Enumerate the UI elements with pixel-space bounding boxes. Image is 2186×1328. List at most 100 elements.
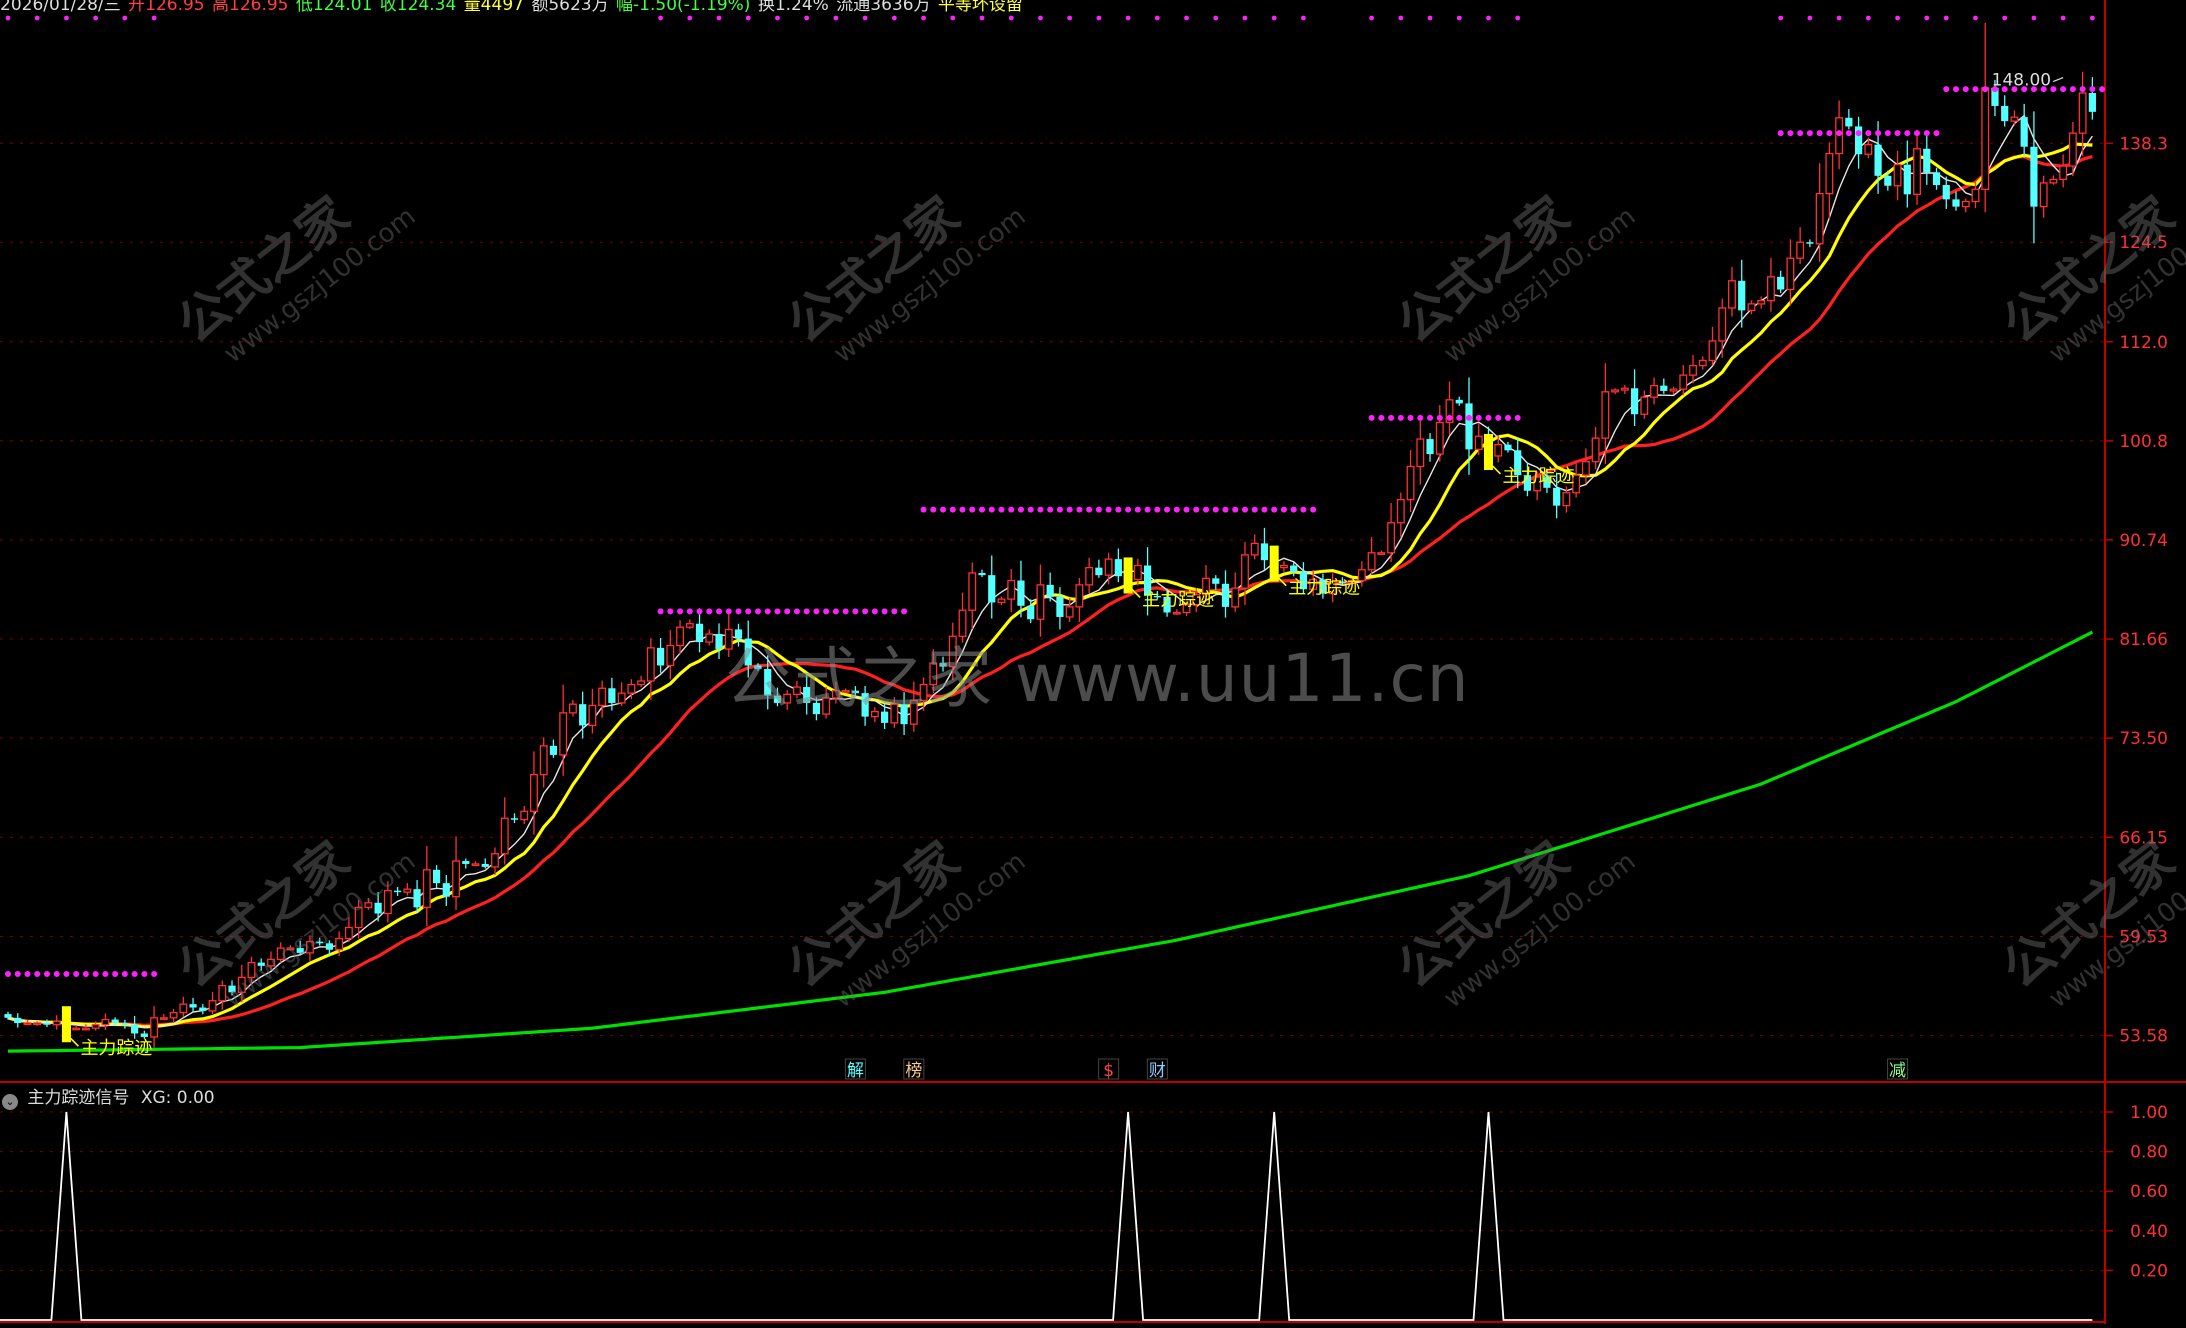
resistance-dot (881, 608, 888, 615)
candle-body-up (1377, 552, 1386, 555)
candle-body-down (1952, 199, 1960, 207)
top-marker-dot (979, 15, 985, 21)
price-tick-label: 100.8 (2119, 432, 2168, 452)
candle-body-down (1017, 580, 1025, 606)
resistance-dot (1456, 414, 1463, 421)
candle-body-up (1562, 492, 1571, 507)
candle-body-up (1728, 280, 1736, 309)
resistance-dot (774, 608, 781, 615)
candle-body-down (131, 1024, 139, 1034)
resistance-dot (1855, 130, 1862, 137)
candle-body-down (325, 943, 334, 950)
resistance-dot (1865, 130, 1872, 137)
candle-body-down (1260, 543, 1269, 561)
candle-body-down (432, 869, 441, 884)
resistance-dot (1943, 86, 1950, 93)
candle-body-down (988, 575, 996, 603)
resistance-dot (1514, 414, 1521, 421)
resistance-dot (1134, 506, 1141, 513)
top-marker-dot (775, 15, 780, 21)
resistance-dot (151, 971, 158, 978)
signal-label: 主力踪迹 (1142, 589, 1214, 610)
resistance-dot (862, 608, 869, 615)
resistance-dot (1125, 506, 1132, 513)
candle-body-up (500, 817, 509, 855)
top-marker-dot (1836, 15, 1842, 21)
signal-label: 主力踪迹 (1502, 466, 1574, 487)
top-marker-dot (1456, 15, 1462, 21)
resistance-dot (1884, 130, 1891, 137)
resistance-dot (901, 608, 908, 615)
candle-body-up (1591, 437, 1600, 463)
candle-body-up (705, 633, 714, 643)
top-marker-dot (1154, 15, 1160, 21)
quote-date: 2026/01/28/三 (0, 0, 121, 15)
resistance-dot (871, 608, 878, 615)
resistance-dot (832, 608, 839, 615)
candle-body-up (1387, 522, 1396, 554)
signal-bar (1269, 545, 1279, 582)
candle-body-down (442, 883, 450, 897)
candle-body-down (1221, 583, 1230, 607)
candle-body-up (1669, 388, 1678, 392)
resistance-dot (764, 608, 771, 615)
resistance-dot (1222, 506, 1229, 513)
top-marker-dot (1924, 15, 1930, 21)
resistance-dot (998, 506, 1005, 513)
resistance-dot (1290, 506, 1297, 513)
candle-body-up (637, 680, 646, 686)
candle-body-up (1913, 148, 1921, 195)
candle-body-up (403, 888, 412, 893)
top-marker-dot (1398, 15, 1404, 21)
peak-price-label: 148.00 (1992, 71, 2051, 91)
top-marker-dot (658, 15, 663, 21)
candle-body-up (1172, 611, 1181, 615)
resistance-dot (803, 608, 810, 615)
candle-body-down (1874, 144, 1882, 176)
signal-bar (61, 1006, 71, 1043)
sub-tick-label: 0.60 (2130, 1182, 2168, 1202)
sub-panel-title: ⌄ 主力踪迹信号 XG: 0.00 (0, 1085, 215, 1111)
candle-body-up (422, 869, 431, 909)
resistance-dot (14, 971, 21, 978)
candle-body-up (1241, 554, 1249, 589)
candle-body-up (1825, 152, 1834, 195)
resistance-dot (716, 608, 723, 615)
resistance-dot (940, 506, 947, 513)
chart-stage: 138.3 124.5 112.0 100.8 90.74 81.66 73.50 66.15… (0, 0, 2186, 1324)
resistance-dot (1008, 506, 1015, 513)
resistance-dot (1076, 506, 1083, 513)
candle-body-up (1406, 465, 1415, 501)
resistance-dot (1183, 506, 1190, 513)
collapse-icon[interactable]: ⌄ (2, 1094, 18, 1110)
candle-body-down (579, 704, 587, 726)
candle-body-up (2010, 116, 2019, 122)
candle-body-down (43, 1023, 51, 1025)
resistance-dot (1056, 506, 1063, 513)
resistance-dot (1427, 414, 1434, 421)
quote-amount: 额5623万 (531, 0, 609, 15)
candle-body-up (968, 572, 977, 611)
candle-body-down (510, 818, 519, 820)
resistance-dot (813, 608, 820, 615)
resistance-dot (1816, 130, 1823, 137)
candle-body-down (1290, 565, 1298, 572)
candle-body-up (1581, 461, 1590, 476)
candle-body-up (676, 626, 685, 647)
candle-body-down (2001, 105, 2009, 122)
candle-body-down (413, 889, 421, 908)
resistance-dot (121, 971, 128, 978)
top-marker-dot (1895, 15, 1900, 21)
quote-low: 低124.01 (295, 0, 373, 15)
resistance-dot (1436, 414, 1443, 421)
candle-body-up (52, 1020, 61, 1026)
resistance-dot (784, 608, 791, 615)
candle-body-up (1494, 444, 1503, 457)
top-marker-dot (891, 15, 897, 21)
price-tick-label: 90.74 (2119, 531, 2168, 551)
candle-body-up (101, 1018, 110, 1026)
candle-body-up (1961, 200, 1970, 208)
price-tick-label: 81.66 (2119, 630, 2168, 650)
resistance-dot (53, 971, 60, 978)
top-marker-dot (1213, 15, 1219, 21)
